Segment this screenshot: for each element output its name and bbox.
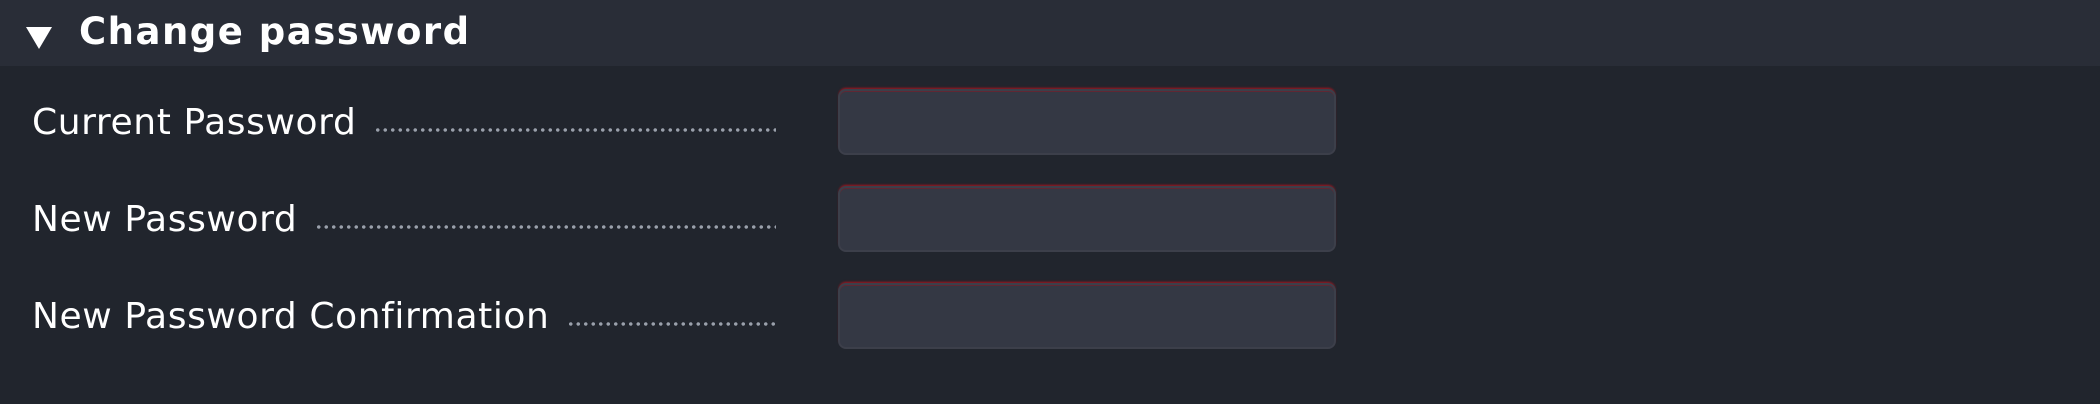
current-password-label-text: Current Password [32,101,357,143]
change-password-panel: Change password Current Password New Pas… [0,0,2100,404]
new-password-input[interactable] [838,186,1336,252]
new-password-row: New Password [0,186,2100,252]
label-dot-leader [315,225,776,229]
new-password-confirmation-label-text: New Password Confirmation [32,295,550,337]
label-dot-leader [374,128,776,132]
new-password-label: New Password [32,186,776,252]
current-password-input[interactable] [838,89,1336,155]
new-password-confirmation-input[interactable] [838,283,1336,349]
new-password-confirmation-label: New Password Confirmation [32,283,776,349]
triangle-down-icon[interactable] [26,27,52,49]
section-title: Change password [79,10,471,53]
current-password-row: Current Password [0,89,2100,155]
current-password-label: Current Password [32,89,776,155]
new-password-confirmation-row: New Password Confirmation [0,283,2100,349]
new-password-label-text: New Password [32,198,298,240]
change-password-section-header[interactable]: Change password [0,0,2100,66]
label-dot-leader [567,322,776,326]
